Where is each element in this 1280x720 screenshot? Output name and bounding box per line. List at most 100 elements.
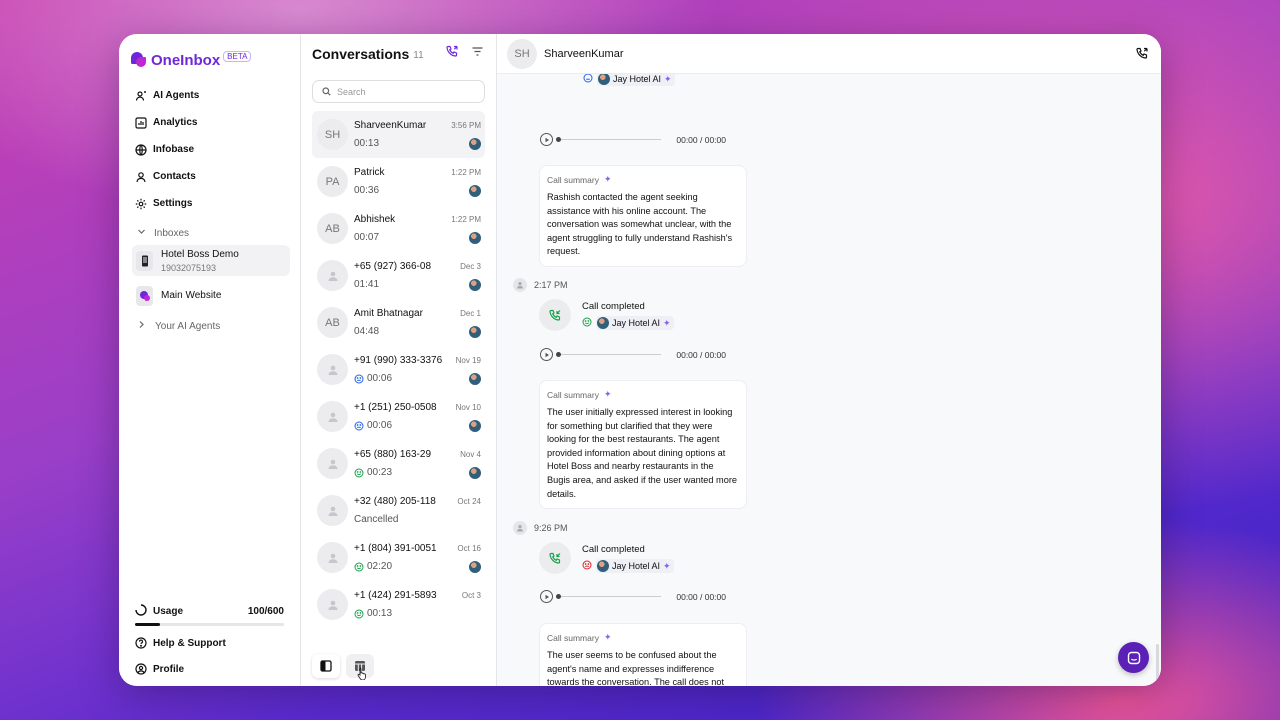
summary-text: The user seems to be confused about the …	[547, 650, 725, 686]
conversation-name: +32 (480) 205-118	[354, 496, 436, 507]
search-box[interactable]	[312, 80, 485, 103]
your-ai-agents-toggle[interactable]: Your AI Agents	[119, 313, 300, 339]
sentiment-positive-icon	[354, 562, 364, 572]
brand-name: OneInbox	[151, 51, 221, 69]
website-chat-icon	[136, 285, 153, 306]
call-event: Call completed Jay Hotel AI ✦	[539, 299, 674, 331]
sidebar: OneInbox BETA AI Agents Analytics Infoba…	[119, 34, 301, 686]
audio-player: 00:00 / 00:00	[540, 348, 726, 361]
kanban-toggle-button[interactable]	[346, 654, 374, 680]
nav-item-help-support[interactable]: Help & Support	[119, 630, 300, 656]
summary-text: Rashish contacted the agent seeking assi…	[547, 192, 733, 257]
brand[interactable]: OneInbox BETA	[119, 34, 300, 74]
agent-name: Jay Hotel AI	[612, 561, 661, 571]
nav-item-settings[interactable]: Settings	[119, 190, 300, 217]
play-icon	[545, 594, 549, 599]
phone-call-icon[interactable]	[446, 45, 459, 63]
agent-avatar	[469, 560, 481, 573]
usage-value: 100/600	[247, 606, 284, 617]
nav-item-contacts[interactable]: Contacts	[119, 163, 300, 190]
conversation-time: 1:22 PM	[451, 167, 481, 177]
agent-avatar	[598, 73, 610, 85]
avatar: AB	[317, 213, 348, 244]
conversation-item[interactable]: +65 (927) 366-08 Dec 3 01:41	[312, 252, 485, 299]
audio-scrubber[interactable]	[556, 137, 661, 142]
panel-footer	[312, 654, 374, 680]
bottom-nav: Help & Support Profile	[119, 630, 300, 682]
conversation-name: Abhishek	[354, 213, 396, 225]
sentiment-positive-icon	[354, 468, 364, 478]
phone-outgoing-icon[interactable]	[1136, 47, 1149, 65]
sidebar-panel-icon	[320, 660, 332, 672]
conversation-duration: 02:20	[367, 561, 393, 572]
conversation-duration: 00:13	[367, 608, 393, 619]
play-icon	[545, 137, 549, 142]
play-button[interactable]	[540, 348, 553, 361]
audio-scrubber[interactable]	[556, 352, 661, 357]
conversation-time: Nov 10	[455, 402, 481, 412]
conversations-panel: Conversations 11 SH SharveenKumar 3:56 PM 0…	[301, 34, 497, 686]
scrubber-knob[interactable]	[556, 137, 561, 142]
play-button[interactable]	[540, 590, 553, 603]
nav-label: AI Agents	[153, 90, 200, 101]
user-avatar-icon	[513, 278, 527, 292]
agent-chip: Jay Hotel AI ✦	[596, 559, 674, 573]
user-avatar-icon	[513, 521, 527, 535]
conversation-item[interactable]: SH SharveenKumar 3:56 PM 00:13	[312, 111, 485, 158]
contact-name: SharveenKumar	[544, 47, 624, 60]
audio-time: 00:00 / 00:00	[676, 349, 726, 360]
nav-item-profile[interactable]: Profile	[119, 656, 300, 682]
inboxes-toggle[interactable]: Inboxes	[119, 221, 300, 245]
avatar-initials: AB	[325, 222, 340, 235]
conversation-name: +65 (927) 366-08	[354, 260, 432, 272]
avatar: PA	[317, 166, 348, 197]
nav-item-analytics[interactable]: Analytics	[119, 109, 300, 136]
person-placeholder-icon	[327, 505, 339, 517]
globe-icon	[135, 143, 147, 156]
play-button[interactable]	[540, 133, 553, 146]
conversation-item[interactable]: +65 (880) 163-29 Nov 4 00:23	[312, 440, 485, 487]
profile-circle-icon	[135, 663, 147, 675]
nav-label: Infobase	[153, 144, 195, 155]
conversation-item[interactable]: +91 (990) 333-3376 Nov 19 00:06	[312, 346, 485, 393]
nav-item-ai-agents[interactable]: AI Agents	[119, 82, 300, 109]
scrubber-knob[interactable]	[556, 594, 561, 599]
agent-avatar	[469, 419, 481, 432]
nav-label: Settings	[153, 198, 193, 209]
conversation-name: +91 (990) 333-3376	[354, 354, 443, 366]
usage-bar	[135, 623, 284, 626]
nav-item-infobase[interactable]: Infobase	[119, 136, 300, 163]
sparkle-icon: ✦	[603, 389, 612, 399]
conversation-item[interactable]: PA Patrick 1:22 PM 00:36	[312, 158, 485, 205]
filter-icon[interactable]	[471, 45, 484, 63]
inbox-item-main-website[interactable]: Main Website	[132, 280, 290, 311]
conversation-item[interactable]: +32 (480) 205-118 Oct 24 Cancelled	[312, 487, 485, 534]
inbox-item-hotel-boss-demo[interactable]: Hotel Boss Demo 19032075193	[132, 245, 290, 276]
audio-player: 00:00 / 00:00	[540, 590, 726, 603]
avatar	[317, 401, 348, 432]
sentiment-neutral-icon	[583, 73, 593, 85]
conversation-item[interactable]: +1 (251) 250-0508 Nov 10 00:06	[312, 393, 485, 440]
avatar	[317, 542, 348, 573]
sidebar-toggle-button[interactable]	[312, 654, 340, 678]
usage-ring-icon	[135, 604, 147, 619]
summary-label: Call summary	[547, 389, 599, 400]
sentiment-positive-icon	[354, 609, 364, 619]
conversation-item[interactable]: AB Abhishek 1:22 PM 00:07	[312, 205, 485, 252]
scrubber-knob[interactable]	[556, 352, 561, 357]
avatar	[317, 448, 348, 479]
chat-panel: SH SharveenKumar Jay Hotel AI ✦ 00:00 / …	[497, 34, 1161, 686]
chat-support-button[interactable]	[1118, 642, 1149, 673]
incoming-call-icon	[539, 299, 571, 331]
audio-scrubber[interactable]	[556, 594, 661, 599]
conversation-duration: 00:23	[367, 467, 393, 478]
conversation-item[interactable]: AB Amit Bhatnagar Dec 1 04:48	[312, 299, 485, 346]
call-summary: Call summary ✦ The user initially express…	[539, 380, 747, 510]
conversation-item[interactable]: +1 (424) 291-5893 Oct 3 00:13	[312, 581, 485, 628]
conversation-time: Nov 4	[460, 449, 481, 459]
conversation-item[interactable]: +1 (804) 391-0051 Oct 16 02:20	[312, 534, 485, 581]
usage-bar-fill	[135, 623, 160, 626]
avatar-initials: SH	[324, 128, 341, 141]
search-input[interactable]	[337, 86, 477, 97]
chat-scrollbar[interactable]	[1156, 644, 1159, 686]
